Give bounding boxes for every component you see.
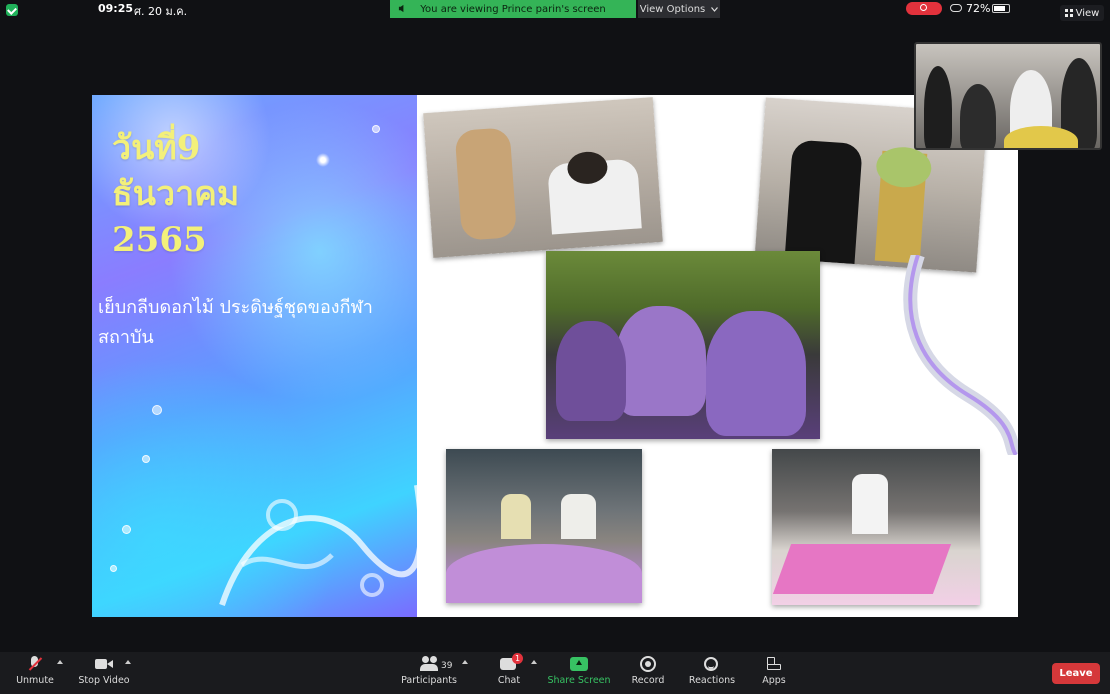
participant-video-thumbnail[interactable] bbox=[914, 42, 1102, 150]
photo-costume-performance bbox=[546, 251, 820, 439]
camera-icon bbox=[95, 656, 113, 672]
share-screen-button[interactable]: Share Screen bbox=[544, 656, 614, 692]
slide-title-line: 2565 bbox=[112, 220, 207, 260]
chevron-down-icon bbox=[711, 6, 719, 12]
share-screen-icon bbox=[570, 656, 588, 672]
reactions-button[interactable]: Reactions bbox=[677, 656, 747, 692]
link-icon bbox=[950, 4, 962, 12]
unmute-label: Unmute bbox=[16, 675, 54, 686]
viewing-banner-text: You are viewing Prince parin's screen bbox=[420, 3, 606, 15]
apps-label: Apps bbox=[762, 675, 786, 686]
reactions-label: Reactions bbox=[688, 675, 736, 686]
view-button-label: View bbox=[1075, 7, 1100, 19]
recording-indicator bbox=[906, 2, 942, 15]
photo-purple-fabric bbox=[446, 449, 642, 603]
bubble-decoration bbox=[122, 525, 131, 534]
participants-count: 39 bbox=[441, 661, 453, 671]
grid-icon bbox=[1064, 9, 1073, 17]
meeting-toolbar: Unmute Stop Video Participants 39 Chat 1… bbox=[0, 652, 1110, 694]
speaker-icon bbox=[398, 4, 404, 13]
participant-figure bbox=[960, 84, 996, 148]
date: ศ. 20 ม.ค. bbox=[134, 5, 188, 18]
apps-button[interactable]: Apps bbox=[739, 656, 809, 692]
slide-background: วันที่9 ธันวาคม 2565 เย็บกลีบดอกไม้ ประด… bbox=[92, 95, 424, 617]
record-button[interactable]: Record bbox=[613, 656, 683, 692]
view-options-label: View Options bbox=[639, 3, 706, 15]
shield-icon bbox=[6, 4, 18, 16]
microphone-muted-icon bbox=[26, 656, 44, 672]
chat-label: Chat bbox=[497, 675, 521, 686]
view-options-button[interactable]: View Options bbox=[638, 0, 720, 18]
battery-percent: 72% bbox=[966, 2, 991, 15]
shared-screen: วันที่9 ธันวาคม 2565 เย็บกลีบดอกไม้ ประด… bbox=[92, 95, 1018, 617]
record-label: Record bbox=[631, 675, 665, 686]
status-bar: 09:25 ศ. 20 ม.ค. You are viewing Prince … bbox=[0, 0, 1110, 18]
chat-unread-badge: 1 bbox=[512, 653, 523, 664]
photo-sewing-petals bbox=[423, 97, 663, 258]
share-screen-label: Share Screen bbox=[547, 675, 611, 686]
bubble-decoration bbox=[372, 125, 380, 133]
participants-button[interactable]: Participants bbox=[394, 656, 464, 692]
participants-caret-icon[interactable] bbox=[462, 660, 468, 664]
slide-title: วันที่9 ธันวาคม 2565 bbox=[112, 125, 239, 263]
participants-icon bbox=[420, 656, 438, 672]
photo-pink-painting bbox=[772, 449, 980, 605]
record-icon bbox=[639, 656, 657, 672]
slide-title-line: ธันวาคม bbox=[112, 174, 240, 214]
view-button[interactable]: View bbox=[1060, 5, 1104, 21]
apps-icon bbox=[765, 656, 783, 672]
glass-swirl-decoration bbox=[219, 484, 424, 606]
fan-prop bbox=[1004, 126, 1078, 148]
bubble-decoration bbox=[142, 455, 150, 463]
bubble-decoration bbox=[152, 405, 162, 415]
chat-caret-icon[interactable] bbox=[531, 660, 537, 664]
leave-button[interactable]: Leave bbox=[1052, 663, 1100, 684]
clock: 09:25 bbox=[98, 2, 134, 15]
viewing-banner: You are viewing Prince parin's screen bbox=[390, 0, 636, 18]
reactions-icon bbox=[703, 656, 721, 672]
video-options-caret-icon[interactable] bbox=[125, 660, 131, 664]
battery-icon bbox=[992, 4, 1010, 13]
stop-video-label: Stop Video bbox=[78, 675, 130, 686]
slide-title-line: วันที่9 bbox=[112, 128, 201, 168]
bubble-decoration bbox=[110, 565, 117, 572]
participants-label: Participants bbox=[401, 675, 457, 686]
sparkle-decoration bbox=[316, 153, 330, 167]
slide-subtitle: เย็บกลีบดอกไม้ ประดิษฐ์ชุดของกีฬาสถาบัน bbox=[98, 297, 373, 348]
glass-ribbon-decoration bbox=[903, 255, 1018, 455]
audio-options-caret-icon[interactable] bbox=[57, 660, 63, 664]
participant-figure bbox=[924, 66, 952, 148]
